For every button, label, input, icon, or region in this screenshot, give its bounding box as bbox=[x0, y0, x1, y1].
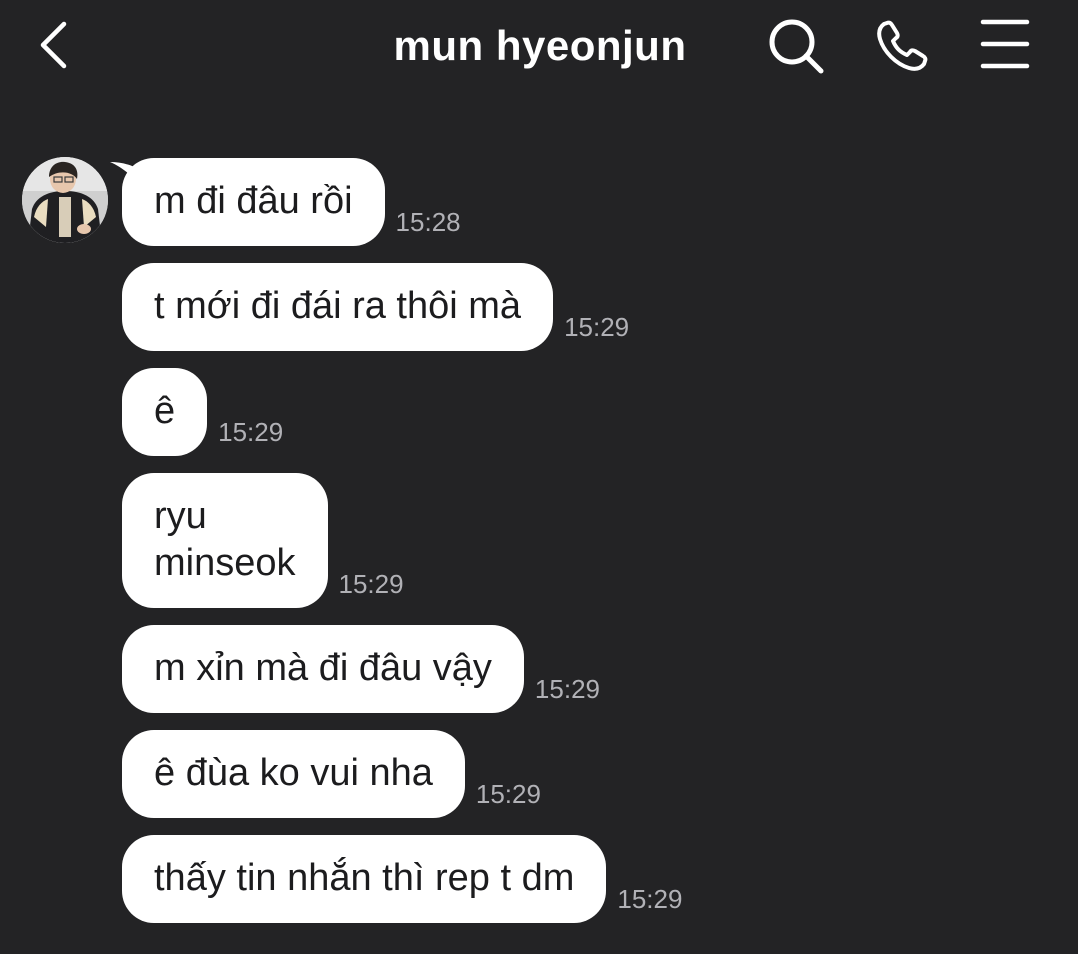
message-bubble[interactable]: ê đùa ko vui nha bbox=[122, 730, 465, 818]
phone-icon[interactable] bbox=[872, 16, 932, 76]
message-row: m xỉn mà đi đâu vậy 15:29 bbox=[122, 625, 600, 713]
search-icon[interactable] bbox=[766, 16, 826, 76]
message-bubble[interactable]: ryu minseok bbox=[122, 473, 328, 608]
message-row: ê đùa ko vui nha 15:29 bbox=[122, 730, 541, 818]
message-time: 15:29 bbox=[338, 569, 404, 599]
message-line: minseok bbox=[154, 542, 296, 584]
chevron-left-icon[interactable] bbox=[30, 18, 80, 72]
message-row: t mới đi đái ra thôi mà 15:29 bbox=[122, 263, 629, 351]
message-time: 15:29 bbox=[218, 417, 284, 447]
chat-title: mun hyeonjun bbox=[393, 22, 687, 69]
menu-icon[interactable] bbox=[976, 16, 1036, 76]
message-time: 15:29 bbox=[617, 884, 683, 914]
message-time: 15:29 bbox=[475, 779, 541, 809]
avatar-photo bbox=[22, 157, 108, 243]
message-bubble[interactable]: t mới đi đái ra thôi mà bbox=[122, 263, 554, 351]
message-line: ryu bbox=[154, 495, 207, 537]
message-bubble[interactable]: m xỉn mà đi đâu vậy bbox=[122, 625, 524, 713]
message-bubble[interactable]: thấy tin nhắn thì rep t dm bbox=[122, 835, 607, 923]
contact-avatar[interactable] bbox=[22, 157, 108, 243]
message-row: ryu minseok 15:29 bbox=[122, 473, 404, 608]
message-row: m đi đâu rồi 15:28 bbox=[122, 158, 461, 246]
message-row: thấy tin nhắn thì rep t dm 15:29 bbox=[122, 835, 682, 923]
message-bubble[interactable]: m đi đâu rồi bbox=[122, 158, 385, 246]
message-bubble[interactable]: ê bbox=[122, 368, 208, 456]
message-time: 15:28 bbox=[395, 207, 461, 237]
message-time: 15:29 bbox=[564, 312, 630, 342]
message-time: 15:29 bbox=[534, 674, 600, 704]
message-row: ê 15:29 bbox=[122, 368, 283, 456]
chat-header: mun hyeonjun bbox=[0, 0, 1078, 100]
